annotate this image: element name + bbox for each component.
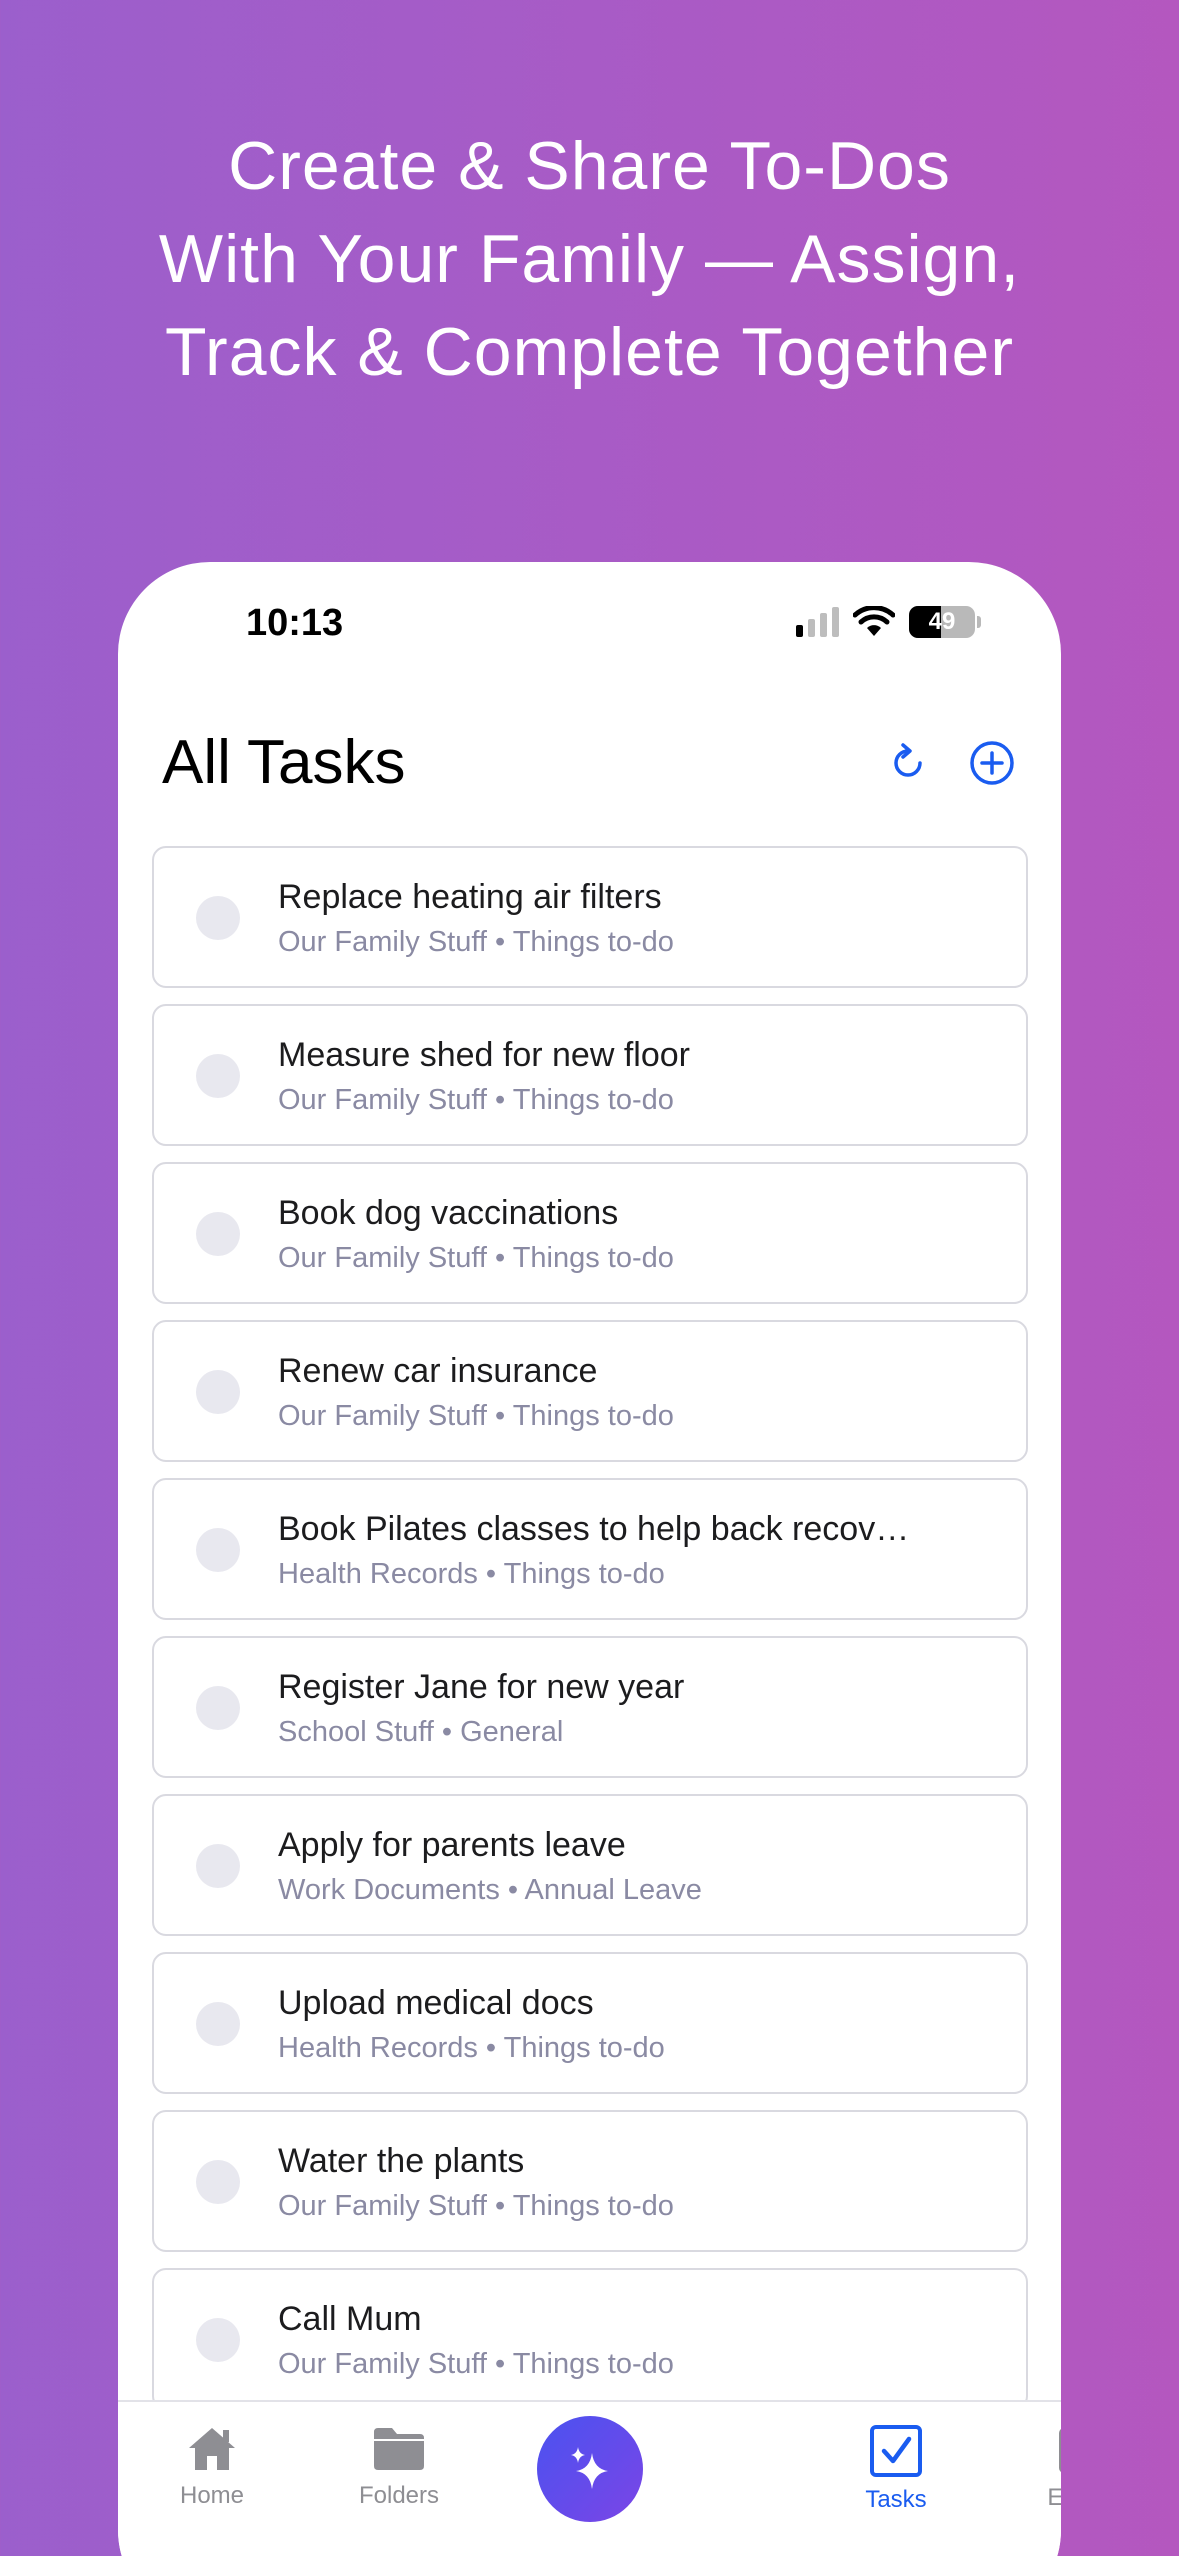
task-subtitle: Our Family Stuff • Things to-do	[278, 1084, 674, 1116]
task-subtitle: Health Records • Things to-do	[278, 2032, 665, 2064]
tab-folders-label: Folders	[358, 2482, 440, 2509]
task-checkbox[interactable]	[196, 896, 240, 940]
page-title: All Tasks	[162, 728, 406, 797]
task-row[interactable]: Book dog vaccinations Our Family Stuff •…	[152, 1162, 1028, 1304]
refresh-button[interactable]	[883, 738, 933, 788]
task-title: Renew car insurance	[278, 1352, 598, 1390]
task-title: Measure shed for new floor	[278, 1036, 690, 1074]
task-row[interactable]: Water the plants Our Family Stuff • Thin…	[152, 2110, 1028, 2252]
task-row[interactable]: Book Pilates classes to help back recov……	[152, 1478, 1028, 1620]
tab-tasks-label: Tasks	[865, 2486, 927, 2513]
task-title: Book dog vaccinations	[278, 1194, 619, 1232]
add-task-button[interactable]	[967, 738, 1017, 788]
task-row[interactable]: Measure shed for new floor Our Family St…	[152, 1004, 1028, 1146]
task-subtitle: Our Family Stuff • Things to-do	[278, 2190, 674, 2222]
battery-cap	[977, 616, 981, 628]
task-checkbox[interactable]	[196, 2318, 240, 2362]
task-subtitle: Our Family Stuff • Things to-do	[278, 1400, 674, 1432]
task-row[interactable]: Apply for parents leave Work Documents •…	[152, 1794, 1028, 1936]
tab-events[interactable]: Events	[1009, 2424, 1061, 2512]
task-row[interactable]: Call Mum Our Family Stuff • Things to-do	[152, 2268, 1028, 2410]
task-checkbox[interactable]	[196, 1528, 240, 1572]
battery-percent: 49	[928, 608, 956, 635]
ai-assistant-button[interactable]	[537, 2416, 643, 2522]
headline-line-2: With Your Family — Assign,	[158, 221, 1021, 297]
task-subtitle: Our Family Stuff • Things to-do	[278, 1242, 674, 1274]
phone-screen: 10:13 49 All Tasks Replace heating air f…	[118, 562, 1061, 2556]
task-subtitle: Our Family Stuff • Things to-do	[278, 2348, 674, 2380]
task-checkbox[interactable]	[196, 1686, 240, 1730]
status-time: 10:13	[246, 602, 344, 644]
bottom-tab-bar: Home Folders Tasks E	[118, 2400, 1061, 2556]
task-title: Upload medical docs	[278, 1984, 594, 2022]
tab-folders[interactable]: Folders	[324, 2424, 474, 2510]
wifi-icon	[853, 606, 895, 636]
headline-line-1: Create & Share To-Dos	[228, 128, 951, 204]
task-subtitle: Health Records • Things to-do	[278, 1558, 665, 1590]
task-subtitle: Our Family Stuff • Things to-do	[278, 926, 674, 958]
refresh-icon	[894, 743, 922, 777]
status-icons: 49	[796, 606, 981, 638]
cellular-signal-icon	[796, 607, 839, 637]
calendar-icon	[1059, 2429, 1061, 2472]
task-subtitle: Work Documents • Annual Leave	[278, 1874, 702, 1906]
task-title: Book Pilates classes to help back recov…	[278, 1510, 910, 1548]
task-row[interactable]: Replace heating air filters Our Family S…	[152, 846, 1028, 988]
task-title: Water the plants	[278, 2142, 525, 2180]
headline-line-3: Track & Complete Together	[165, 314, 1014, 390]
status-bar: 10:13 49	[118, 562, 1061, 692]
tab-home-label: Home	[179, 2482, 245, 2509]
task-title: Apply for parents leave	[278, 1826, 626, 1864]
task-title: Register Jane for new year	[278, 1668, 685, 1706]
marketing-headline: Create & Share To-Dos With Your Family —…	[0, 120, 1179, 399]
task-subtitle: School Stuff • General	[278, 1716, 564, 1748]
task-row[interactable]: Register Jane for new year School Stuff …	[152, 1636, 1028, 1778]
task-title: Replace heating air filters	[278, 878, 662, 916]
home-icon	[189, 2428, 235, 2470]
task-row[interactable]: Upload medical docs Health Records • Thi…	[152, 1952, 1028, 2094]
folder-icon	[374, 2428, 424, 2470]
add-circle-icon	[970, 741, 1014, 785]
tab-events-label: Events	[1047, 2484, 1061, 2511]
task-title: Call Mum	[278, 2300, 422, 2338]
task-row[interactable]: Renew car insurance Our Family Stuff • T…	[152, 1320, 1028, 1462]
task-list: Replace heating air filters Our Family S…	[152, 846, 1028, 2426]
sparkle-icon	[571, 2447, 608, 2489]
header-actions	[883, 738, 1017, 788]
tab-tasks[interactable]: Tasks	[821, 2424, 971, 2514]
task-checkbox[interactable]	[196, 1212, 240, 1256]
tab-home[interactable]: Home	[137, 2424, 287, 2510]
checkbox-icon	[870, 2425, 922, 2477]
task-checkbox[interactable]	[196, 1370, 240, 1414]
task-checkbox[interactable]	[196, 2160, 240, 2204]
battery-icon: 49	[909, 606, 975, 638]
task-checkbox[interactable]	[196, 1054, 240, 1098]
task-checkbox[interactable]	[196, 1844, 240, 1888]
task-checkbox[interactable]	[196, 2002, 240, 2046]
